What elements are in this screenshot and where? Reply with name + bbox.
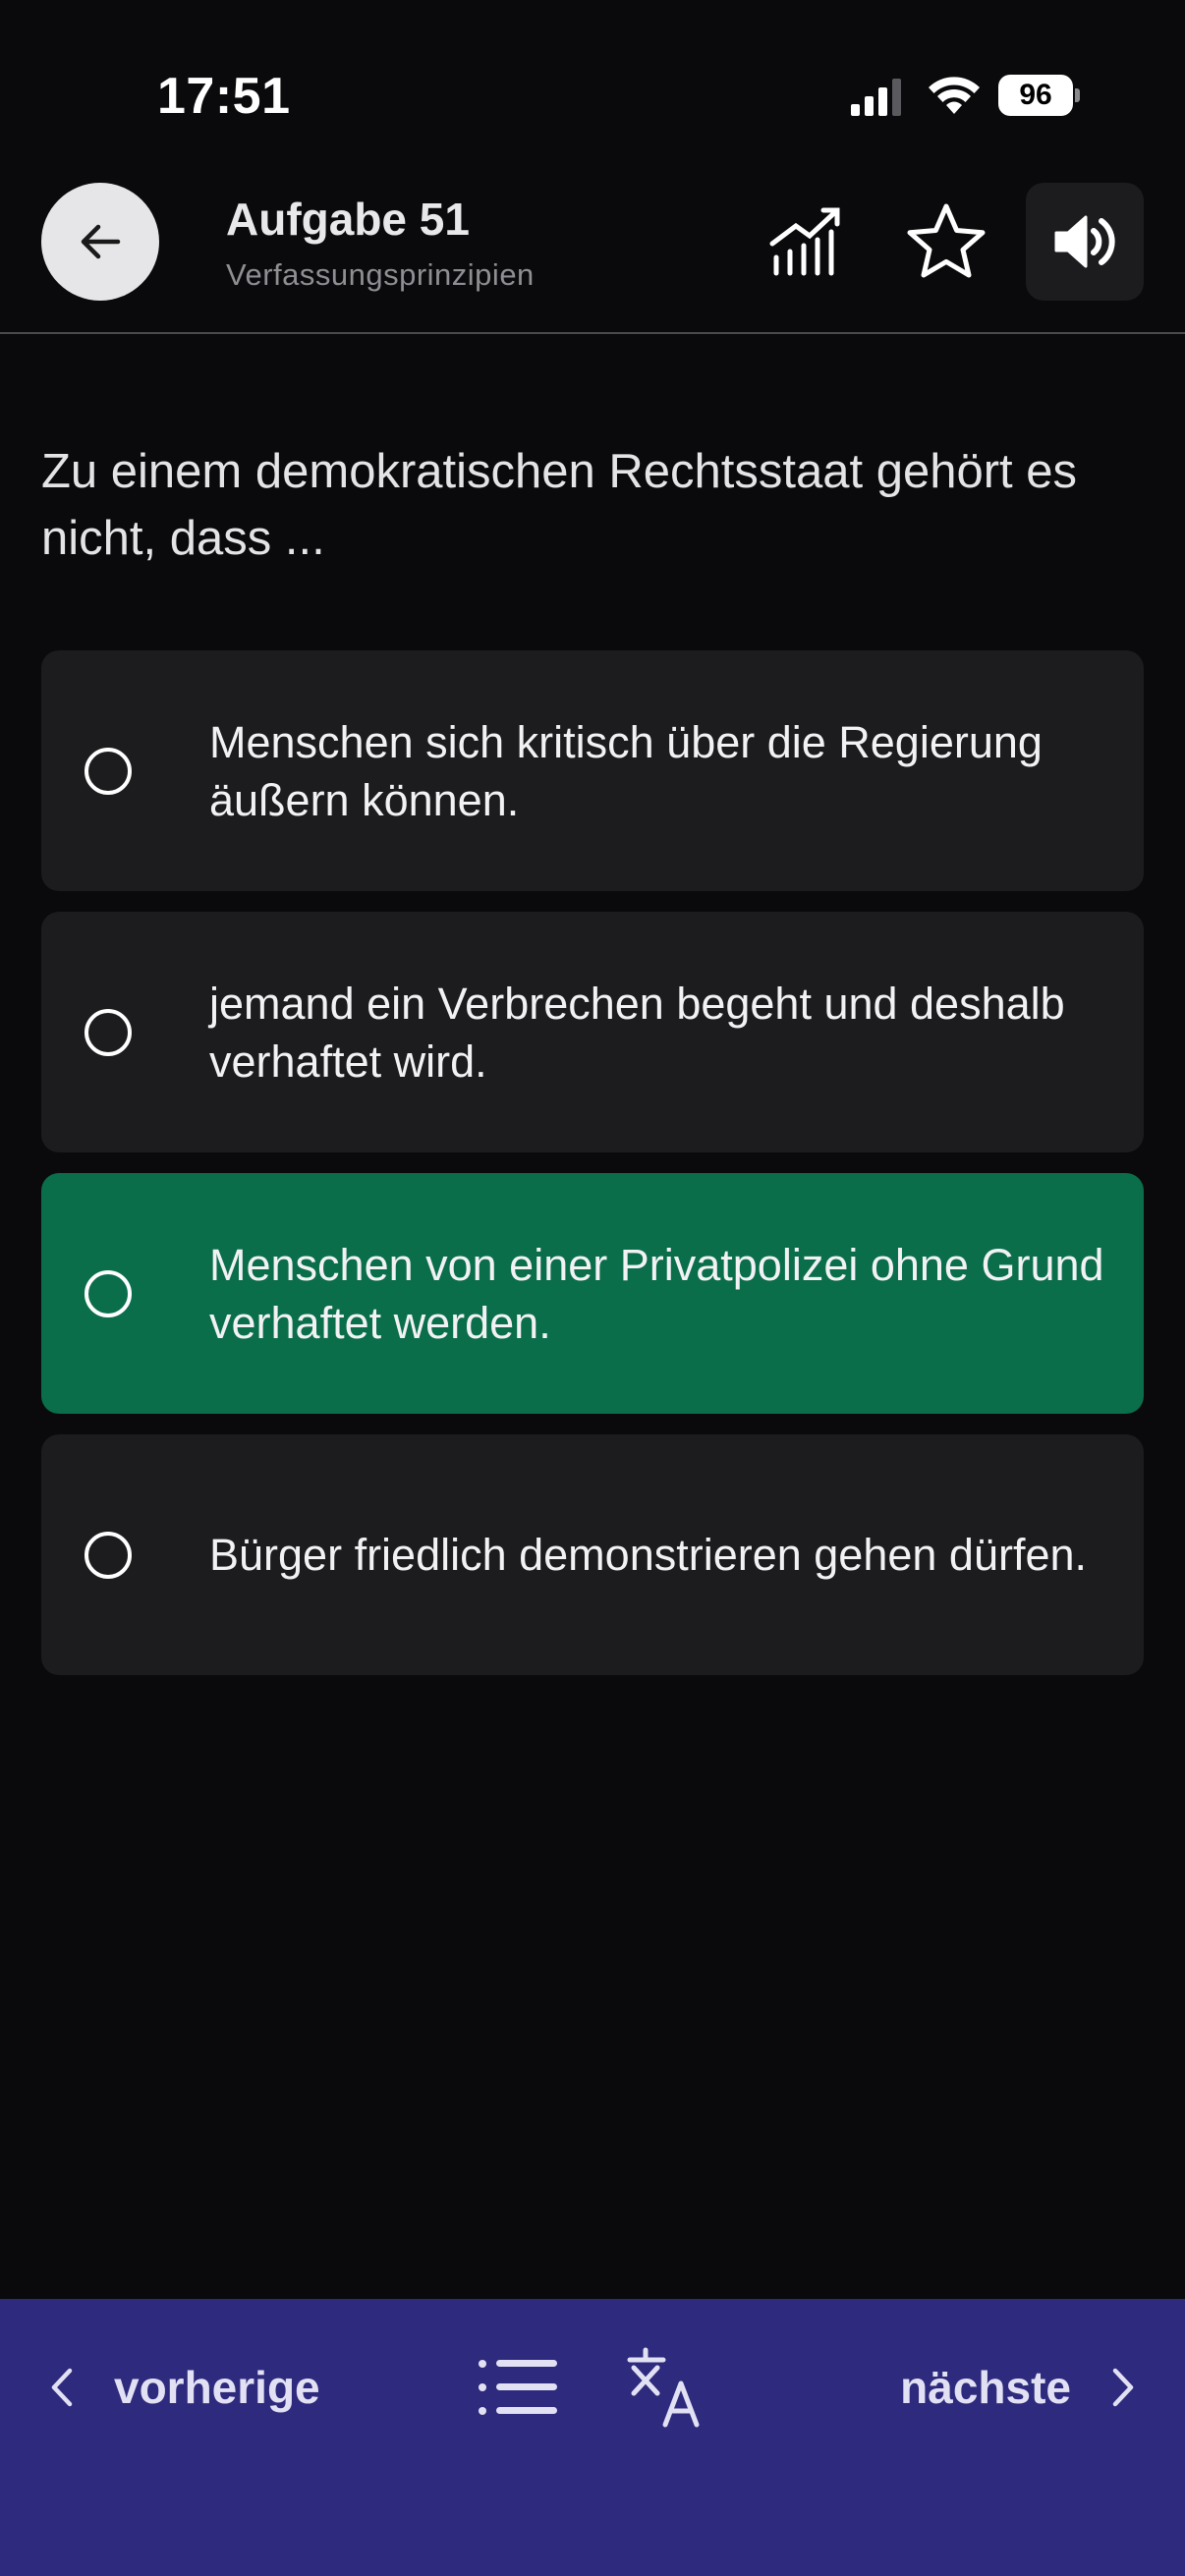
speaker-icon — [1054, 215, 1115, 268]
status-time: 17:51 — [157, 68, 291, 125]
battery-icon: 96 — [998, 75, 1080, 116]
question-list-button[interactable] — [474, 2350, 562, 2425]
translate-button[interactable] — [621, 2346, 709, 2429]
question-text: Zu einem demokratischen Rechtsstaat gehö… — [41, 445, 1078, 565]
page-subtitle: Verfassungsprinzipien — [226, 257, 535, 292]
stats-button[interactable] — [747, 183, 865, 301]
wifi-icon — [929, 77, 980, 114]
radio-button[interactable] — [85, 748, 132, 795]
answer-option-3[interactable]: Menschen von einer Privatpolizei ohne Gr… — [41, 1173, 1144, 1414]
answer-option-2[interactable]: jemand ein Verbrechen begeht und deshalb… — [41, 912, 1144, 1152]
answer-text: jemand ein Verbrechen begeht und deshalb… — [209, 978, 1065, 1087]
next-button[interactable]: nächste — [900, 2348, 1136, 2427]
page-title: Aufgabe 51 — [226, 194, 470, 245]
answer-option-1[interactable]: Menschen sich kritisch über die Regierun… — [41, 650, 1144, 891]
radio-button[interactable] — [85, 1270, 132, 1317]
sound-button[interactable] — [1026, 183, 1144, 301]
favorite-button[interactable] — [887, 183, 1005, 301]
bottom-navigation: vorherige nächste — [0, 2299, 1185, 2576]
answer-text: Bürger friedlich demonstrieren gehen dür… — [209, 1530, 1088, 1580]
radio-button[interactable] — [85, 1532, 132, 1579]
list-icon — [479, 2360, 557, 2415]
battery-level: 96 — [998, 75, 1073, 116]
arrow-left-icon — [81, 224, 121, 259]
chevron-left-icon — [51, 2368, 73, 2407]
chart-icon — [769, 207, 840, 276]
status-bar: 17:51 96 — [0, 0, 1185, 157]
back-button[interactable] — [41, 183, 159, 301]
answer-text: Menschen von einer Privatpolizei ohne Gr… — [209, 1239, 1104, 1348]
previous-label: vorherige — [114, 2362, 320, 2413]
cellular-signal-icon — [851, 79, 901, 116]
previous-button[interactable]: vorherige — [49, 2348, 320, 2427]
quiz-screen: 17:51 96 Aufgabe 51 Verfassungsprinzipie… — [0, 0, 1185, 2576]
header: Aufgabe 51 Verfassungsprinzipien — [0, 157, 1185, 334]
star-icon — [907, 203, 986, 278]
next-label: nächste — [900, 2362, 1071, 2413]
answer-list: Menschen sich kritisch über die Regierun… — [41, 650, 1144, 1696]
translate-icon — [627, 2347, 700, 2428]
answer-text: Menschen sich kritisch über die Regierun… — [209, 716, 1043, 825]
chevron-right-icon — [1112, 2368, 1134, 2407]
radio-button[interactable] — [85, 1009, 132, 1056]
answer-option-4[interactable]: Bürger friedlich demonstrieren gehen dür… — [41, 1434, 1144, 1675]
